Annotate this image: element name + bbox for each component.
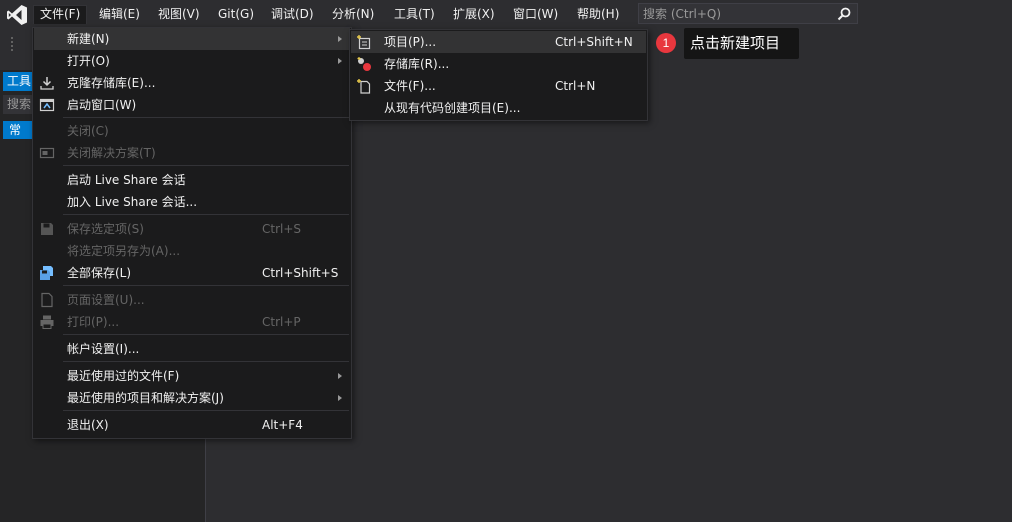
repository-icon (357, 57, 371, 71)
menu-item-save-selected: 保存选定项(S) Ctrl+S (34, 218, 350, 240)
menu-item-label: 启动窗口(W) (67, 98, 137, 112)
menu-item-label: 将选定项另存为(A)... (67, 244, 181, 258)
submenu-arrow-icon (338, 36, 342, 42)
submenu-item-repository[interactable]: 存储库(R)... (351, 53, 646, 75)
toolbar-grip[interactable] (10, 36, 14, 52)
menu-analyze[interactable]: 分析(N) (326, 5, 380, 24)
menu-separator (63, 165, 349, 166)
search-icon[interactable] (837, 7, 851, 21)
submenu-item-label: 存储库(R)... (384, 57, 450, 71)
submenu-item-label: 文件(F)... (384, 79, 436, 93)
submenu-item-new-file[interactable]: 文件(F)... Ctrl+N (351, 75, 646, 97)
submenu-arrow-icon (338, 395, 342, 401)
menu-item-exit[interactable]: 退出(X) Alt+F4 (34, 414, 350, 436)
menu-item-clone-repository[interactable]: 克隆存储库(E)... (34, 72, 350, 94)
visual-studio-logo-icon[interactable] (6, 4, 28, 26)
file-menu: 新建(N) 打开(O) 克隆存储库(E)... 启动窗口(W) 关闭(C) 关闭… (32, 27, 352, 439)
menu-item-join-live-share[interactable]: 加入 Live Share 会话... (34, 191, 350, 213)
toolbox-node[interactable]: 常 (3, 121, 33, 139)
menu-item-label: 退出(X) (67, 418, 109, 432)
close-solution-icon (39, 147, 55, 159)
menu-item-label: 克隆存储库(E)... (67, 76, 156, 90)
start-window-icon (39, 98, 55, 112)
menu-item-label: 打印(P)... (67, 315, 120, 329)
save-icon (41, 223, 53, 235)
submenu-arrow-icon (338, 58, 342, 64)
toolbox-search[interactable]: 搜索 (3, 95, 33, 114)
menu-item-label: 最近使用过的文件(F) (67, 369, 180, 383)
download-icon (40, 77, 54, 90)
menu-item-close: 关闭(C) (34, 120, 350, 142)
menu-item-save-all[interactable]: 全部保存(L) Ctrl+Shift+S (34, 262, 350, 284)
submenu-item-shortcut: Ctrl+Shift+N (555, 35, 633, 49)
submenu-item-new-project[interactable]: 项目(P)... Ctrl+Shift+N (351, 31, 646, 53)
print-icon (40, 315, 54, 329)
menu-item-label: 加入 Live Share 会话... (67, 195, 198, 209)
menu-item-label: 保存选定项(S) (67, 222, 144, 236)
menu-edit[interactable]: 编辑(E) (93, 5, 146, 24)
menu-help[interactable]: 帮助(H) (571, 5, 625, 24)
menu-git[interactable]: Git(G) (212, 5, 260, 24)
menu-item-account-settings[interactable]: 帐户设置(I)... (34, 338, 350, 360)
menu-item-close-solution: 关闭解决方案(T) (34, 142, 350, 164)
menu-extensions[interactable]: 扩展(X) (447, 5, 501, 24)
menu-item-page-setup: 页面设置(U)... (34, 289, 350, 311)
menu-bar: 文件(F) 编辑(E) 视图(V) Git(G) 调试(D) 分析(N) 工具(… (0, 0, 1012, 28)
menu-item-shortcut: Ctrl+Shift+S (262, 266, 339, 280)
page-setup-icon (41, 292, 53, 308)
menu-item-label: 新建(N) (67, 32, 110, 46)
search-input[interactable] (643, 5, 829, 22)
save-all-icon (40, 266, 53, 280)
menu-item-label: 启动 Live Share 会话 (67, 173, 186, 187)
submenu-item-project-from-existing-code[interactable]: 从现有代码创建项目(E)... (351, 97, 646, 119)
menu-item-label: 页面设置(U)... (67, 293, 145, 307)
menu-item-shortcut: Ctrl+S (262, 222, 302, 236)
menu-separator (63, 285, 349, 286)
menu-item-start-window[interactable]: 启动窗口(W) (34, 94, 350, 116)
menu-item-open[interactable]: 打开(O) (34, 50, 350, 72)
toolbox-tab[interactable]: 工具 (3, 72, 33, 91)
menu-item-new[interactable]: 新建(N) (34, 28, 350, 50)
submenu-arrow-icon (338, 373, 342, 379)
menu-item-label: 全部保存(L) (67, 266, 132, 280)
menu-item-label: 关闭(C) (67, 124, 109, 138)
search-box[interactable] (638, 3, 858, 24)
menu-item-print: 打印(P)... Ctrl+P (34, 311, 350, 333)
submenu-item-label: 从现有代码创建项目(E)... (384, 101, 521, 115)
menu-item-recent-files[interactable]: 最近使用过的文件(F) (34, 365, 350, 387)
menu-separator (63, 334, 349, 335)
submenu-item-shortcut: Ctrl+N (555, 79, 596, 93)
menu-separator (63, 410, 349, 411)
submenu-item-label: 项目(P)... (384, 35, 437, 49)
step-badge: 1 (656, 33, 676, 53)
menu-separator (63, 214, 349, 215)
new-file-icon (357, 79, 371, 94)
new-project-icon (357, 35, 371, 50)
menu-item-label: 关闭解决方案(T) (67, 146, 156, 160)
new-submenu: 项目(P)... Ctrl+Shift+N 存储库(R)... 文件(F)...… (349, 29, 648, 121)
menu-separator (63, 361, 349, 362)
menu-view[interactable]: 视图(V) (152, 5, 206, 24)
menu-window[interactable]: 窗口(W) (507, 5, 564, 24)
menu-item-shortcut: Ctrl+P (262, 315, 301, 329)
menu-file[interactable]: 文件(F) (33, 5, 88, 24)
menu-separator (63, 117, 349, 118)
menu-item-save-selected-as: 将选定项另存为(A)... (34, 240, 350, 262)
menu-item-label: 打开(O) (67, 54, 110, 68)
menu-debug[interactable]: 调试(D) (265, 5, 320, 24)
menu-item-recent-projects[interactable]: 最近使用的项目和解决方案(J) (34, 387, 350, 409)
menu-item-shortcut: Alt+F4 (262, 418, 303, 432)
menu-item-label: 帐户设置(I)... (67, 342, 140, 356)
menu-item-start-live-share[interactable]: 启动 Live Share 会话 (34, 169, 350, 191)
menu-tools[interactable]: 工具(T) (388, 5, 441, 24)
menu-item-label: 最近使用的项目和解决方案(J) (67, 391, 224, 405)
annotation-tooltip: 点击新建项目 (684, 28, 799, 59)
